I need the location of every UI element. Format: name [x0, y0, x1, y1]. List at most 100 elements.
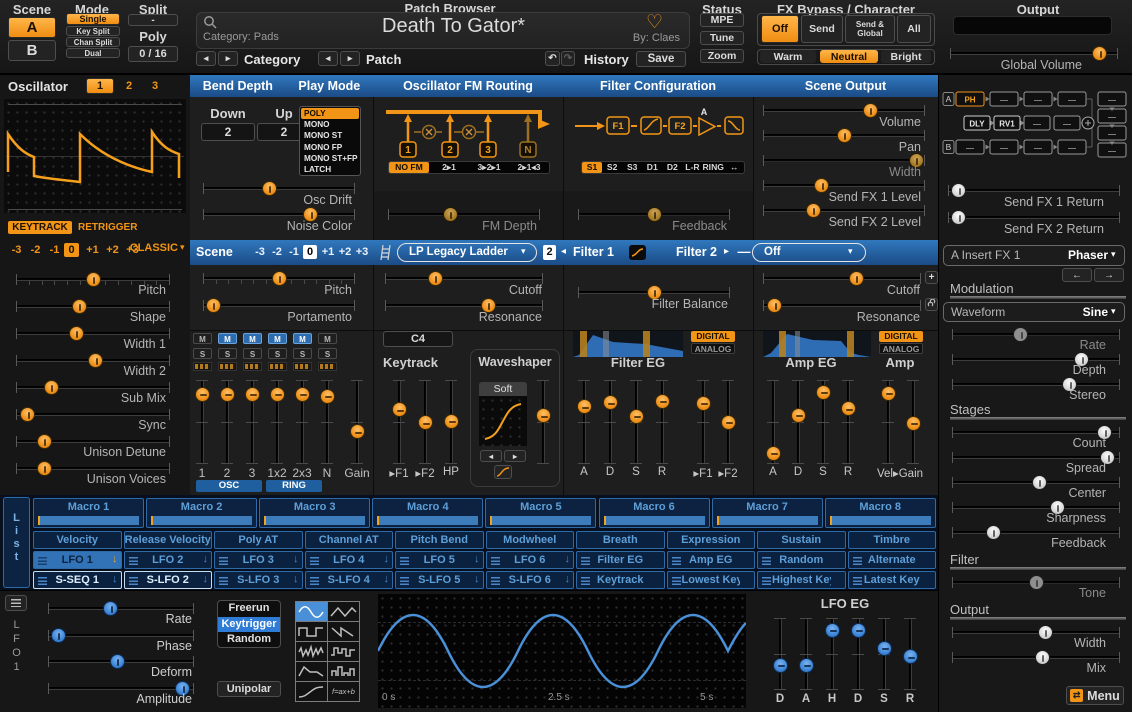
- filter2-link-icon[interactable]: [925, 298, 938, 311]
- mixer-gain[interactable]: [349, 380, 365, 464]
- arm-arrow-icon[interactable]: ↓: [474, 573, 480, 585]
- lfo-eg-a-1[interactable]: [798, 618, 814, 690]
- mod-source-release-velocity[interactable]: Release Velocity: [123, 531, 212, 549]
- mod-cell-s-seq-1[interactable]: S-SEQ 1 ↓: [33, 571, 122, 589]
- mod-source-channel-at[interactable]: Channel AT: [304, 531, 393, 549]
- amp-eg-r-3-handle[interactable]: [840, 401, 856, 417]
- mod-cell-alternate[interactable]: Alternate: [847, 551, 936, 569]
- lfo-trigger-keytrigger[interactable]: Keytrigger: [218, 616, 280, 633]
- drag-handle-icon[interactable]: [490, 557, 500, 565]
- arm-arrow-icon[interactable]: ↓: [112, 573, 118, 585]
- osc-octave-1[interactable]: +1: [84, 243, 101, 257]
- macro-2[interactable]: Macro 2: [146, 498, 258, 528]
- filter-config-ring[interactable]: RING: [702, 162, 723, 173]
- filter-config-d1[interactable]: D1: [642, 162, 662, 173]
- mod-cell-lfo-6[interactable]: LFO 6 ↓: [485, 551, 574, 569]
- mixer-level-1x2[interactable]: [269, 380, 285, 464]
- filter2-plus-button[interactable]: +: [925, 271, 938, 284]
- favorite-heart-icon[interactable]: ♡: [646, 11, 670, 34]
- drag-handle-icon[interactable]: [38, 557, 47, 565]
- lfo-shape-step-seq[interactable]: [327, 661, 360, 682]
- drag-handle-icon[interactable]: [581, 557, 590, 565]
- amp-gain-handle[interactable]: [905, 415, 921, 431]
- mod-source-timbre[interactable]: Timbre: [847, 531, 936, 549]
- macro-8[interactable]: Macro 8: [824, 498, 936, 528]
- mod-source-velocity[interactable]: Velocity: [33, 531, 122, 549]
- play-mode-mono-fp[interactable]: MONO FP: [301, 142, 359, 153]
- filter-eg-d-1[interactable]: [602, 380, 618, 464]
- lfo-eg-d-0-handle[interactable]: [772, 657, 788, 673]
- mod-cell-s-lfo-6[interactable]: S-LFO 6 ↓: [485, 571, 574, 589]
- keytrack-hp[interactable]: [443, 380, 459, 464]
- lfo-shape-formula[interactable]: f=ax+b: [327, 681, 360, 702]
- amp_eg-analog-toggle[interactable]: ANALOG: [879, 343, 923, 354]
- mixer-mute-1[interactable]: M: [193, 333, 212, 344]
- filter-eg-f2-5[interactable]: [720, 380, 736, 464]
- mod-cell-lowest-key[interactable]: Lowest Key: [666, 571, 755, 589]
- lfo-shape-sample-hold[interactable]: [327, 641, 360, 662]
- lfo-shape-square[interactable]: [295, 621, 328, 642]
- drag-handle-icon[interactable]: [128, 577, 138, 585]
- lfo-shape-sawtooth[interactable]: [327, 621, 360, 642]
- keytrack-root-note[interactable]: C4: [383, 331, 453, 347]
- mod-cell-filter-eg[interactable]: Filter EG: [576, 551, 665, 569]
- mod-cell-highest-key[interactable]: Highest Key: [757, 571, 846, 589]
- mixer-level-1-handle[interactable]: [194, 386, 210, 402]
- mixer-mute-3[interactable]: M: [243, 333, 262, 344]
- lfo-eg-r-5[interactable]: [902, 618, 918, 690]
- mod-cell-lfo-5[interactable]: LFO 5 ↓: [395, 551, 484, 569]
- amp-eg-a-0[interactable]: [765, 380, 781, 464]
- drag-handle-icon[interactable]: [309, 577, 319, 585]
- waveshaper-next-button[interactable]: ▸: [504, 450, 526, 462]
- amp-eg-s-2-handle[interactable]: [815, 384, 831, 400]
- lfo-shape-triangle[interactable]: [327, 601, 360, 622]
- macro-1[interactable]: Macro 1: [33, 498, 144, 528]
- waveshaper-drive[interactable]: [535, 380, 551, 464]
- fx-prev-button[interactable]: ←: [1062, 268, 1092, 282]
- play-mode-poly[interactable]: POLY: [301, 108, 359, 119]
- drag-handle-icon[interactable]: [309, 557, 319, 565]
- amp-eg-s-2[interactable]: [815, 380, 831, 464]
- arm-arrow-icon[interactable]: ↓: [565, 573, 571, 585]
- osc-octave-3[interactable]: +3: [124, 243, 141, 257]
- drag-handle-icon[interactable]: [490, 577, 500, 585]
- fx-bypass-send[interactable]: Send: [801, 15, 843, 43]
- mode-option-chan-split[interactable]: Chan Split: [66, 37, 120, 47]
- lfo-trigger-freerun[interactable]: Freerun: [218, 601, 280, 617]
- filter-config-d2[interactable]: D2: [662, 162, 682, 173]
- drag-handle-icon[interactable]: [762, 557, 771, 565]
- mod-source-expression[interactable]: Expression: [666, 531, 755, 549]
- filter-config-l-r[interactable]: L-R: [682, 162, 702, 173]
- drag-handle-icon[interactable]: [219, 577, 228, 585]
- filter-eg-s-2-handle[interactable]: [628, 408, 644, 424]
- play-mode-mono-st-fp[interactable]: MONO ST+FP: [301, 153, 359, 164]
- lfo-trigger-random[interactable]: Random: [218, 632, 280, 647]
- status-tune-button[interactable]: Tune: [700, 31, 744, 45]
- filter_eg-digital-toggle[interactable]: DIGITAL: [691, 331, 735, 342]
- mixer-level-n-handle[interactable]: [319, 388, 335, 404]
- waveshaper-type[interactable]: Soft: [479, 382, 527, 396]
- filter-eg-f1-4[interactable]: [695, 380, 711, 464]
- mixer-gain-handle[interactable]: [349, 424, 365, 440]
- arm-arrow-icon[interactable]: ↓: [384, 553, 390, 565]
- play-mode-latch[interactable]: LATCH: [301, 164, 359, 175]
- drag-handle-icon[interactable]: [219, 557, 228, 565]
- lfo-eg-d-3[interactable]: [850, 618, 866, 690]
- mixer-level-3-handle[interactable]: [244, 386, 260, 402]
- keytrack-f2-handle[interactable]: [417, 415, 433, 431]
- scene-octave-2[interactable]: -2: [269, 245, 285, 259]
- amp-eg-a-0-handle[interactable]: [765, 445, 781, 461]
- filter-config-s3[interactable]: S3: [622, 162, 642, 173]
- filter-config-s2[interactable]: S2: [602, 162, 622, 173]
- osc-octave-0[interactable]: 0: [64, 243, 79, 257]
- drag-handle-icon[interactable]: [852, 557, 862, 565]
- mod-cell-lfo-3[interactable]: LFO 3 ↓: [214, 551, 303, 569]
- mixer-level-3[interactable]: [244, 380, 260, 464]
- global-volume-slider-handle[interactable]: [1092, 46, 1108, 61]
- lfo-shape-noise[interactable]: [295, 641, 328, 662]
- filter2-next-icon[interactable]: ▸: [724, 246, 734, 257]
- mixer-level-2x3[interactable]: [294, 380, 310, 464]
- mixer-mute-1x2[interactable]: M: [268, 333, 287, 344]
- bend-down-value[interactable]: 2: [201, 123, 255, 141]
- split-value-button[interactable]: -: [128, 14, 178, 26]
